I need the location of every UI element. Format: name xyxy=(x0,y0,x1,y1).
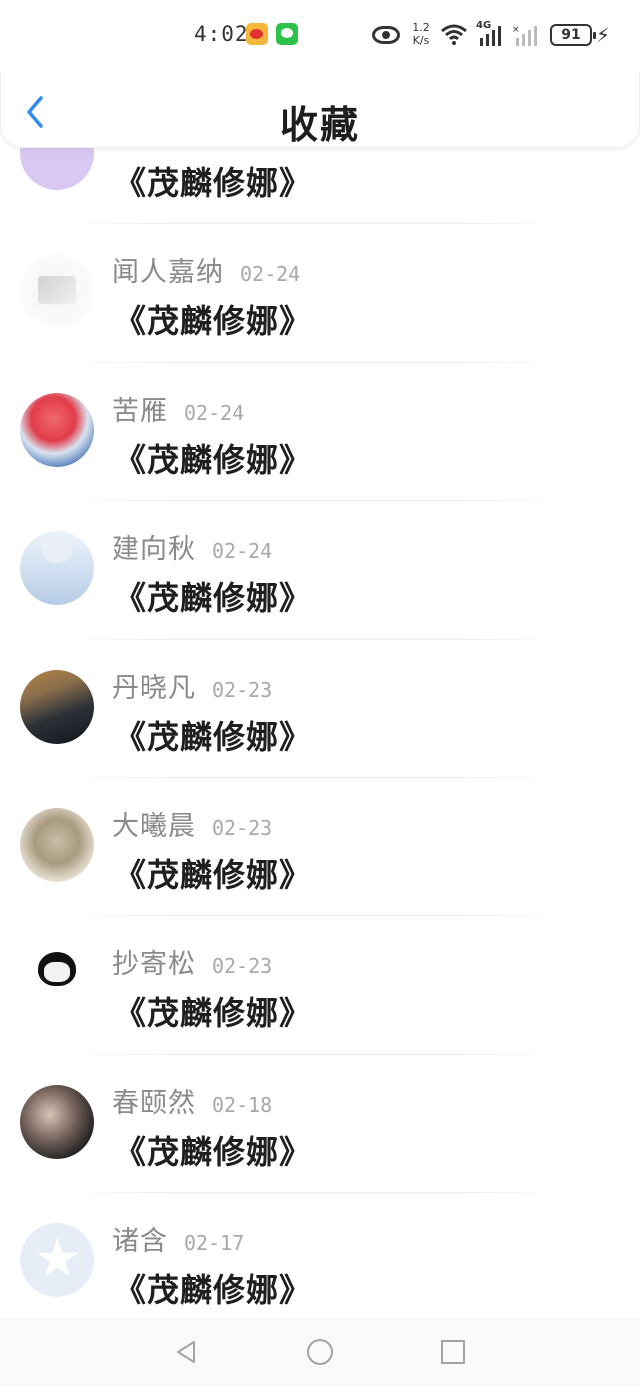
sender-name: 建向秋 02-24 xyxy=(112,527,272,566)
avatar[interactable] xyxy=(20,946,94,1021)
nav-recent-apps-icon[interactable] xyxy=(441,1340,465,1364)
avatar[interactable] xyxy=(20,531,94,606)
sender-name-text: 闻人嘉纳 xyxy=(112,257,224,289)
sender-name: 丹晓凡 02-23 xyxy=(112,666,272,705)
sender-name-text: 大曦晨 xyxy=(112,810,196,842)
system-nav-bar xyxy=(0,1318,640,1386)
sender-name-text: 丹晓凡 xyxy=(112,672,196,704)
sender-name-text: 建向秋 xyxy=(112,534,196,566)
sender-name: 抄寄松 02-23 xyxy=(112,942,272,981)
item-content: 《茂麟修娜》 xyxy=(114,302,313,341)
cell-signal-2-icon: × xyxy=(512,25,537,46)
favorite-item[interactable]: 建向秋 02-24 《茂麟修娜》 xyxy=(0,501,640,640)
network-speed: 1.2 K/s xyxy=(410,21,432,47)
nav-home-icon[interactable] xyxy=(307,1339,333,1365)
item-date: 02-23 xyxy=(212,815,273,840)
favorite-item[interactable]: 《茂麟修娜》 xyxy=(0,148,640,225)
sender-name-text: 春颐然 xyxy=(112,1087,196,1119)
favorites-list[interactable]: 《茂麟修娜》 闻人嘉纳 02-24 《茂麟修娜》 苦雁 02-24 《茂麟修娜》 建向秋 02-… xyxy=(0,148,640,1316)
avatar[interactable] xyxy=(20,1223,94,1298)
cell-signal-icon xyxy=(480,26,501,46)
item-date: 02-18 xyxy=(212,1092,273,1117)
avatar[interactable] xyxy=(20,148,94,190)
item-content: 《茂麟修娜》 xyxy=(114,164,313,202)
favorite-item[interactable]: 春颐然 02-18 《茂麟修娜》 xyxy=(0,1055,640,1194)
weibo-notification-icon xyxy=(246,23,268,45)
network-speed-unit: K/s xyxy=(412,34,430,47)
item-content: 《茂麟修娜》 xyxy=(114,440,313,479)
charging-bolt-icon: ⚡ xyxy=(596,23,611,47)
item-date: 02-23 xyxy=(212,954,273,979)
favorite-item[interactable]: 诸含 02-17 《茂麟修娜》 xyxy=(0,1193,640,1316)
favorite-item[interactable]: 大曦晨 02-23 《茂麟修娜》 xyxy=(0,778,640,917)
sender-name: 诸含 02-17 xyxy=(112,1219,244,1258)
status-time: 4:02 xyxy=(194,22,249,46)
item-content: 《茂麟修娜》 xyxy=(114,855,313,894)
item-date: 02-24 xyxy=(240,262,301,287)
avatar[interactable] xyxy=(20,669,94,744)
favorites-list-inner: 《茂麟修娜》 闻人嘉纳 02-24 《茂麟修娜》 苦雁 02-24 《茂麟修娜》 建向秋 02-… xyxy=(0,148,640,1316)
sender-name: 闻人嘉纳 02-24 xyxy=(112,250,300,289)
avatar[interactable] xyxy=(20,1084,94,1159)
item-content: 《茂麟修娜》 xyxy=(114,994,313,1033)
sender-name: 大曦晨 02-23 xyxy=(112,804,272,843)
status-bar: 4:02 1.2 K/s 4G × 91 ⚡ xyxy=(0,0,640,72)
item-content: 《茂麟修娜》 xyxy=(114,1132,313,1171)
sender-name-text: 抄寄松 xyxy=(112,949,196,981)
item-date: 02-17 xyxy=(184,1231,245,1256)
favorite-item[interactable]: 苦雁 02-24 《茂麟修娜》 xyxy=(0,363,640,502)
item-content: 《茂麟修娜》 xyxy=(114,579,313,618)
wechat-notification-icon xyxy=(276,23,298,45)
sender-name: 春颐然 02-18 xyxy=(112,1081,272,1120)
avatar[interactable] xyxy=(20,254,94,329)
item-content: 《茂麟修娜》 xyxy=(114,717,313,756)
svg-text:×: × xyxy=(512,25,520,35)
battery-indicator: 91 xyxy=(550,24,596,46)
eye-comfort-icon xyxy=(372,26,400,44)
wifi-icon xyxy=(441,24,467,45)
header: 收藏 xyxy=(0,72,640,148)
favorite-item[interactable]: 抄寄松 02-23 《茂麟修娜》 xyxy=(0,916,640,1055)
favorite-item[interactable]: 闻人嘉纳 02-24 《茂麟修娜》 xyxy=(0,224,640,363)
favorite-item[interactable]: 丹晓凡 02-23 《茂麟修娜》 xyxy=(0,640,640,778)
item-date: 02-24 xyxy=(212,539,273,564)
avatar[interactable] xyxy=(20,807,94,882)
sender-name-text: 诸含 xyxy=(112,1226,168,1258)
item-date: 02-24 xyxy=(184,400,245,425)
avatar[interactable] xyxy=(20,392,94,467)
network-speed-value: 1.2 xyxy=(412,21,430,34)
page-title: 收藏 xyxy=(279,103,360,147)
item-date: 02-23 xyxy=(212,677,273,702)
nav-back-icon[interactable] xyxy=(172,1338,200,1366)
sender-name-text: 苦雁 xyxy=(112,395,168,427)
sender-name: 苦雁 02-24 xyxy=(112,389,244,428)
item-content: 《茂麟修娜》 xyxy=(114,1271,313,1310)
